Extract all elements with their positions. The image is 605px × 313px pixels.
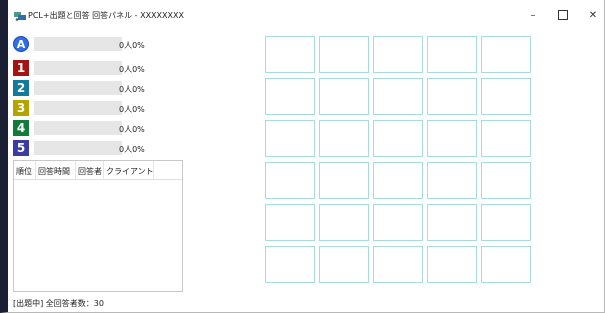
window-title: PCL+出題と回答 回答パネル - XXXXXXXX [28,11,184,20]
panel-cell[interactable] [373,120,423,157]
panel-cell[interactable] [481,162,531,199]
answer-badge: A [13,36,29,52]
minimize-button[interactable]: – [519,0,547,32]
panel-cell[interactable] [373,162,423,199]
panel-cell[interactable] [265,120,315,157]
panel-cell[interactable] [427,78,477,115]
answer-badge: 5 [13,140,29,156]
panel-cell[interactable] [319,246,369,283]
title-bar[interactable]: PCL+出題と回答 回答パネル - XXXXXXXX – ✕ [8,0,604,32]
panel-cell[interactable] [427,162,477,199]
answer-percent: 0% [132,105,145,114]
answer-stat: 0人0% [119,144,145,155]
column-header-answerer[interactable]: 回答者 [76,161,104,179]
answer-badge: 1 [13,60,29,76]
panel-cell[interactable] [319,36,369,73]
panel-cell[interactable] [265,246,315,283]
answer-progress-bar [34,37,122,51]
panel-cell[interactable] [373,204,423,241]
answer-percent: 0% [132,145,145,154]
app-icon [14,12,26,21]
answer-progress-bar [34,61,122,75]
answer-count: 0人 [119,65,133,74]
close-button[interactable]: ✕ [579,0,605,32]
panel-cell[interactable] [427,36,477,73]
panel-cell[interactable] [319,204,369,241]
answer-badge: 3 [13,100,29,116]
answer-percent: 0% [132,41,145,50]
panel-cell[interactable] [265,78,315,115]
column-header-client[interactable]: クライアント [104,161,154,179]
panel-cell[interactable] [319,78,369,115]
app-window: PCL+出題と回答 回答パネル - XXXXXXXX – ✕ A 0人0% 1 0人0… [0,0,605,313]
panel-cell[interactable] [265,204,315,241]
answer-stat: 0人0% [119,104,145,115]
panel-cell[interactable] [481,120,531,157]
panel-cell[interactable] [265,36,315,73]
answer-count: 0人 [119,125,133,134]
answer-progress-bar [34,81,122,95]
column-header-rank[interactable]: 順位 [14,161,36,179]
answer-stat: 0人0% [119,84,145,95]
panel-cell[interactable] [319,162,369,199]
answer-count: 0人 [119,85,133,94]
panel-cell[interactable] [265,162,315,199]
answer-percent: 0% [132,85,145,94]
panel-cell[interactable] [481,78,531,115]
panel-cell[interactable] [373,78,423,115]
answer-count: 0人 [119,145,133,154]
answer-count: 0人 [119,105,133,114]
panel-cell[interactable] [481,204,531,241]
column-header-answer-time[interactable]: 回答時間 [36,161,76,179]
panel-cell[interactable] [427,204,477,241]
answer-stat: 0人0% [119,64,145,75]
panel-cell[interactable] [319,120,369,157]
status-text: [出題中] 全回答者数：30 [13,299,104,308]
panel-cell[interactable] [427,120,477,157]
answer-list[interactable]: 順位 回答時間 回答者 クライアント [13,160,183,292]
answer-progress-bar [34,141,122,155]
answer-badge: 2 [13,80,29,96]
panel-cell[interactable] [481,36,531,73]
answer-progress-bar [34,121,122,135]
panel-cell[interactable] [373,246,423,283]
maximize-button[interactable] [549,0,577,32]
answer-count: 0人 [119,41,133,50]
panel-cell[interactable] [427,246,477,283]
answer-badge: 4 [13,120,29,136]
answer-stat: 0人0% [119,124,145,135]
maximize-icon [558,10,568,20]
list-header: 順位 回答時間 回答者 クライアント [14,161,182,180]
panel-cell[interactable] [481,246,531,283]
panel-cell[interactable] [373,36,423,73]
answer-panel-grid [265,36,531,287]
answer-percent: 0% [132,65,145,74]
answer-stat: 0人0% [119,40,145,51]
answer-percent: 0% [132,125,145,134]
answer-progress-bar [34,101,122,115]
